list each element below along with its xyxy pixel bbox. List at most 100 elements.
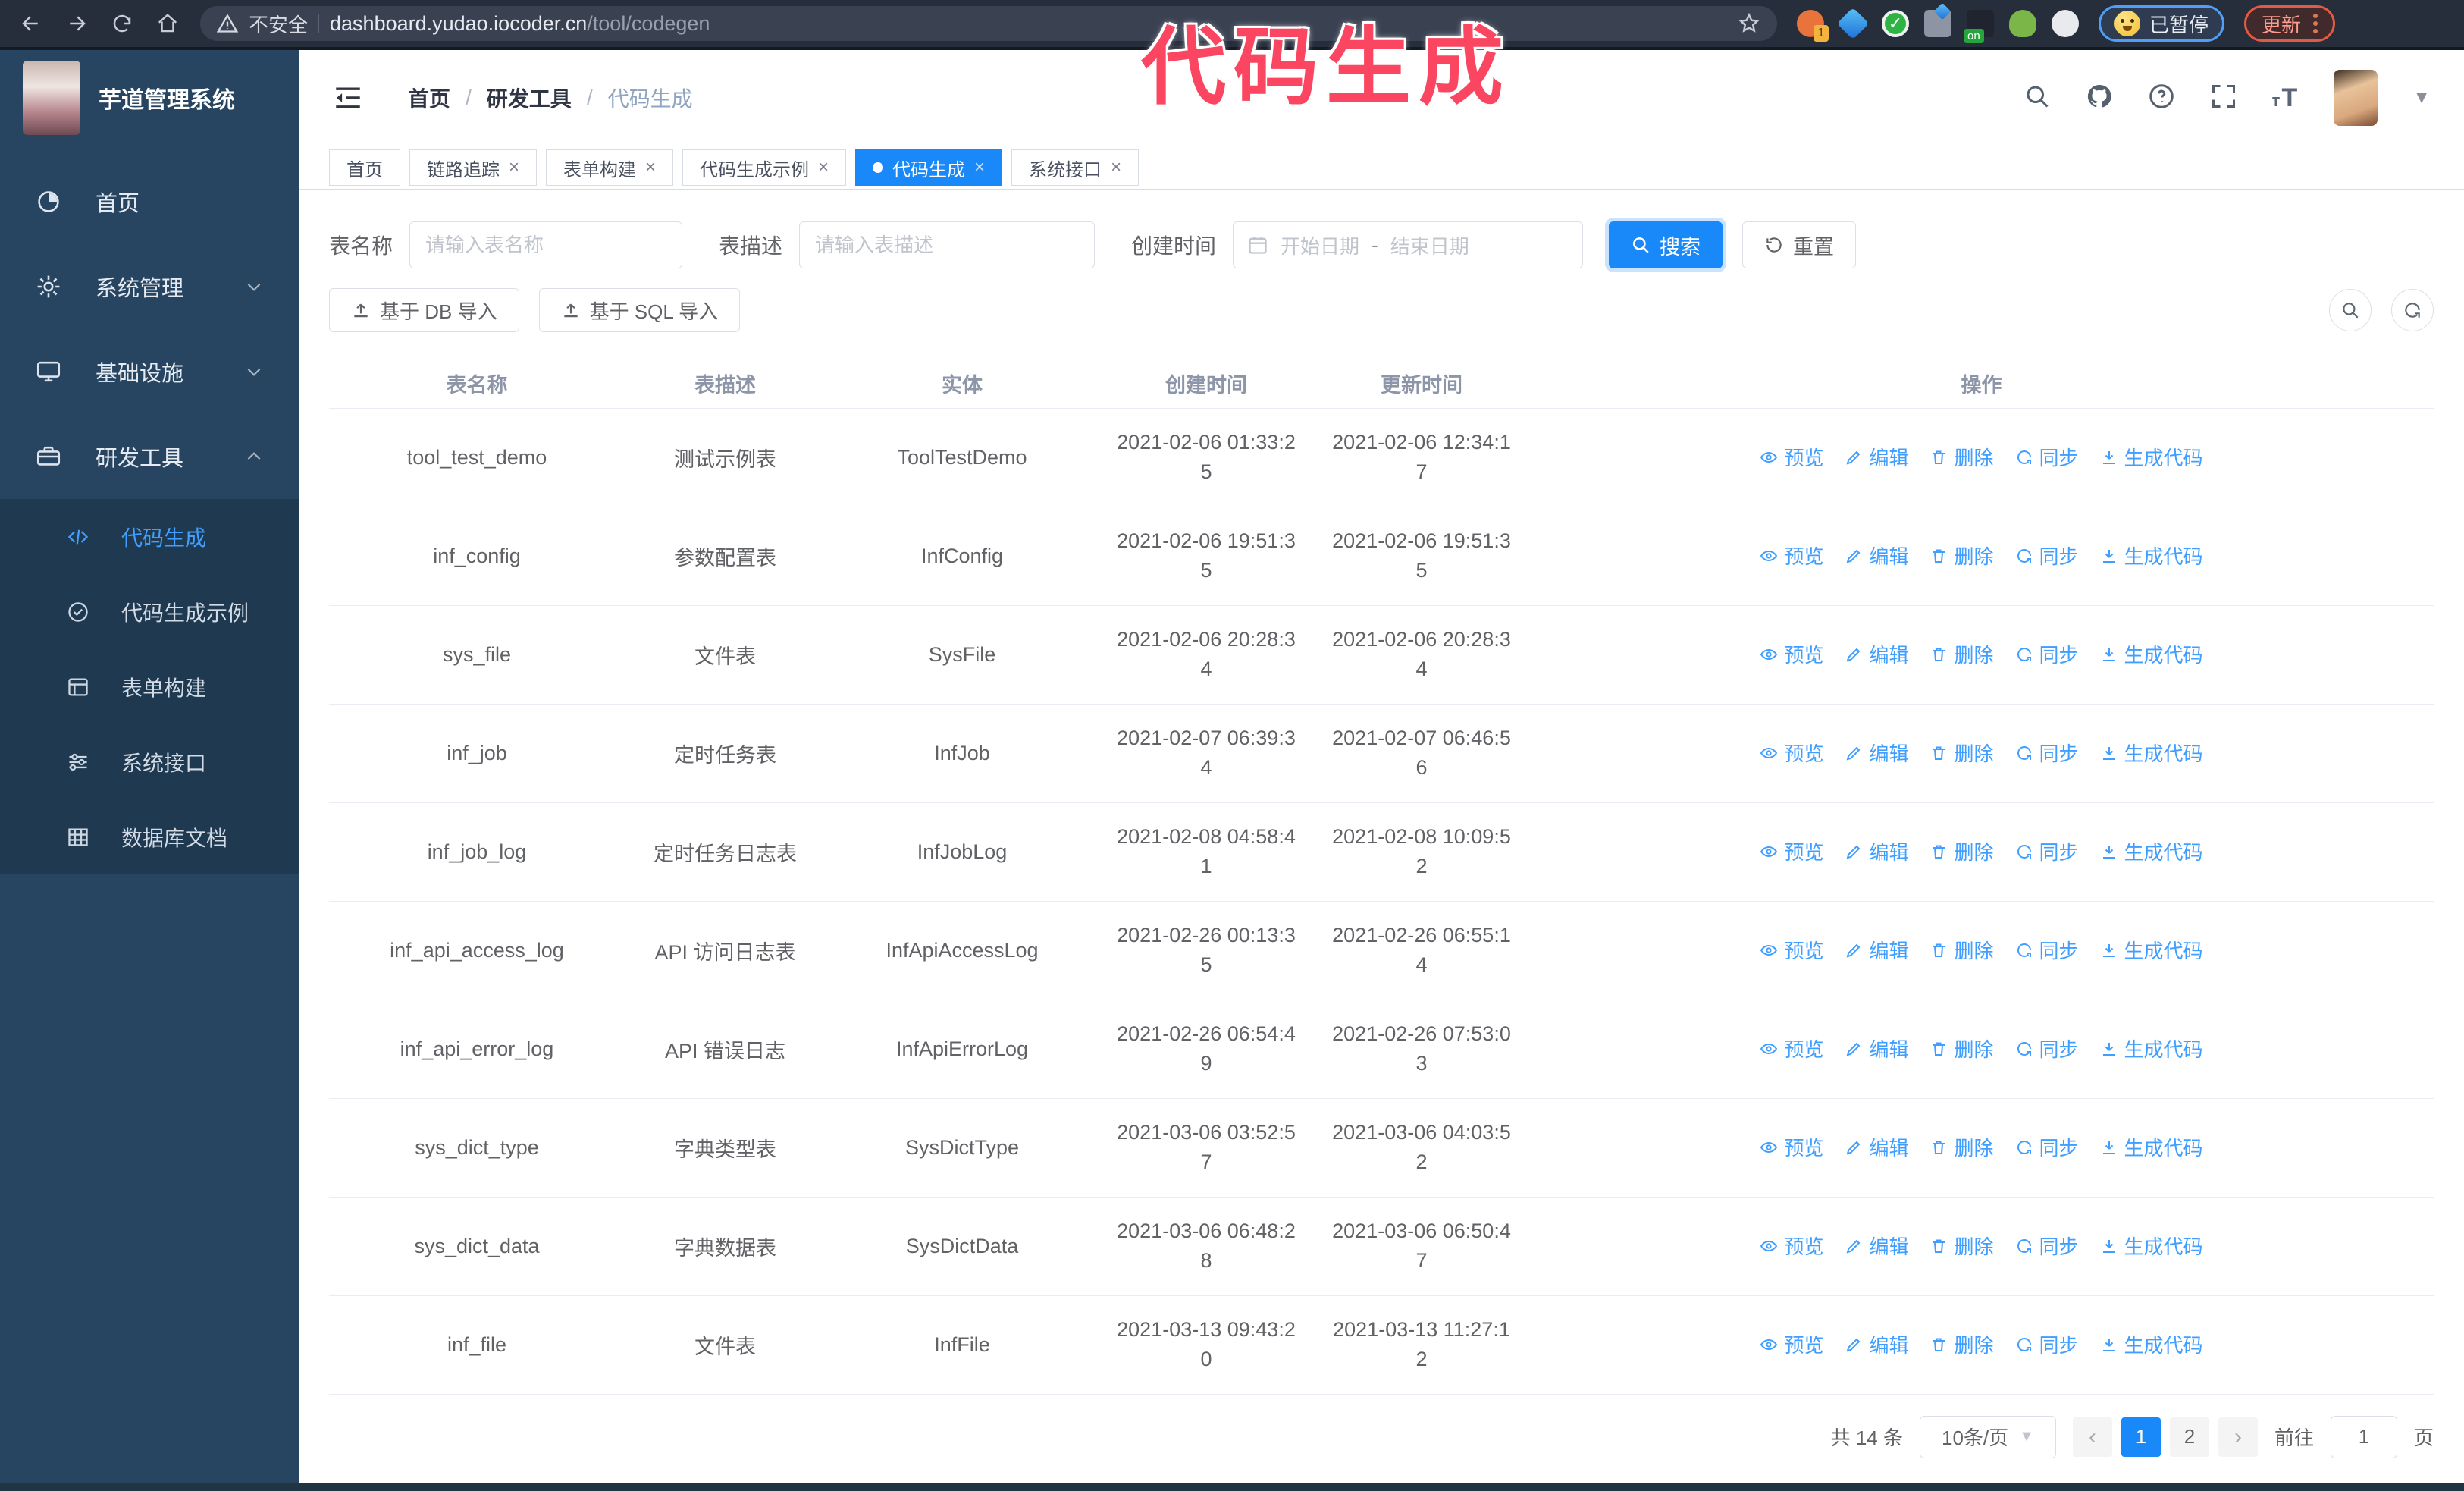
sync-link[interactable]: 同步 — [2015, 1330, 2079, 1358]
preview-link[interactable]: 预览 — [1760, 837, 1823, 865]
generate-code-link[interactable]: 生成代码 — [2100, 541, 2203, 570]
preview-link[interactable]: 预览 — [1760, 541, 1823, 570]
tab-4[interactable]: 代码生成示例 × — [682, 149, 847, 186]
edit-link[interactable]: 编辑 — [1845, 739, 1908, 767]
address-bar[interactable]: 不安全 dashboard.yudao.iocoder.cn/tool/code… — [200, 6, 1777, 41]
generate-code-link[interactable]: 生成代码 — [2100, 1133, 2203, 1161]
preview-link[interactable]: 预览 — [1760, 1034, 1823, 1063]
generate-code-link[interactable]: 生成代码 — [2100, 1232, 2203, 1260]
tab-close-icon[interactable]: × — [1111, 159, 1121, 177]
search-icon[interactable] — [2024, 83, 2051, 114]
sidebar-item-db-doc[interactable]: 数据库文档 — [0, 799, 299, 874]
delete-link[interactable]: 删除 — [1930, 640, 1994, 668]
tab-close-icon[interactable]: × — [645, 159, 656, 177]
browser-menu-icon[interactable] — [2313, 14, 2318, 33]
extension-gem-icon[interactable] — [1836, 7, 1870, 40]
tab-3[interactable]: 表单构建 × — [546, 149, 674, 186]
edit-link[interactable]: 编辑 — [1845, 640, 1908, 668]
breadcrumb-home[interactable]: 首页 — [408, 83, 450, 113]
edit-link[interactable]: 编辑 — [1845, 936, 1908, 964]
github-icon[interactable] — [2086, 83, 2113, 114]
import-sql-button[interactable]: 基于 SQL 导入 — [538, 288, 741, 332]
sidebar-item-infra[interactable]: 基础设施 — [0, 329, 299, 414]
search-button[interactable]: 搜索 — [1609, 221, 1723, 268]
delete-link[interactable]: 删除 — [1930, 1034, 1994, 1063]
sidebar-item-home[interactable]: 首页 — [0, 159, 299, 244]
tab-2[interactable]: 链路追踪 × — [409, 149, 538, 186]
reload-icon[interactable] — [109, 11, 135, 36]
sync-link[interactable]: 同步 — [2015, 1034, 2079, 1063]
extension-check-icon[interactable]: ✓ — [1882, 10, 1909, 37]
generate-code-link[interactable]: 生成代码 — [2100, 936, 2203, 964]
breadcrumb-devtools[interactable]: 研发工具 — [487, 83, 572, 113]
tab-close-icon[interactable]: × — [974, 159, 985, 177]
sidebar-item-codegen-example[interactable]: 代码生成示例 — [0, 574, 299, 649]
goto-page-input[interactable] — [2330, 1415, 2397, 1458]
edit-link[interactable]: 编辑 — [1845, 1232, 1908, 1260]
sidebar-item-system[interactable]: 系统管理 — [0, 244, 299, 329]
sidebar-item-codegen[interactable]: 代码生成 — [0, 499, 299, 574]
page-size-select[interactable]: 10条/页 ▼ — [1919, 1415, 2056, 1458]
tab-5[interactable]: 代码生成 × — [855, 149, 1003, 186]
extension-grid-icon[interactable] — [1924, 10, 1951, 37]
home-icon[interactable] — [155, 11, 180, 36]
prev-page-button[interactable]: ‹ — [2072, 1417, 2112, 1457]
sync-link[interactable]: 同步 — [2015, 640, 2079, 668]
delete-link[interactable]: 删除 — [1930, 1330, 1994, 1358]
browser-update-button[interactable]: 更新 — [2244, 5, 2336, 42]
next-page-button[interactable]: › — [2218, 1417, 2258, 1457]
sidebar-item-devtools[interactable]: 研发工具 — [0, 414, 299, 499]
preview-link[interactable]: 预览 — [1760, 739, 1823, 767]
generate-code-link[interactable]: 生成代码 — [2100, 1330, 2203, 1358]
table-name-input[interactable] — [409, 221, 683, 268]
caret-down-icon[interactable]: ▼ — [2412, 87, 2431, 108]
logo-row[interactable]: 芋道管理系统 — [0, 50, 299, 146]
delete-link[interactable]: 删除 — [1930, 443, 1994, 471]
edit-link[interactable]: 编辑 — [1845, 1330, 1908, 1358]
font-size-icon[interactable]: тT — [2272, 83, 2299, 113]
toggle-search-button[interactable] — [2329, 289, 2372, 331]
generate-code-link[interactable]: 生成代码 — [2100, 837, 2203, 865]
delete-link[interactable]: 删除 — [1930, 936, 1994, 964]
date-range-picker[interactable]: 开始日期 - 结束日期 — [1233, 221, 1584, 268]
tab-1[interactable]: 首页 — [329, 149, 400, 186]
forward-icon[interactable] — [64, 11, 89, 36]
url-text[interactable]: dashboard.yudao.iocoder.cn/tool/codegen — [330, 12, 1727, 36]
sync-link[interactable]: 同步 — [2015, 739, 2079, 767]
delete-link[interactable]: 删除 — [1930, 739, 1994, 767]
delete-link[interactable]: 删除 — [1930, 1232, 1994, 1260]
edit-link[interactable]: 编辑 — [1845, 443, 1908, 471]
generate-code-link[interactable]: 生成代码 — [2100, 1034, 2203, 1063]
sidebar-item-system-api[interactable]: 系统接口 — [0, 724, 299, 799]
delete-link[interactable]: 删除 — [1930, 541, 1994, 570]
avatar[interactable] — [2334, 70, 2378, 126]
extension-screen-icon[interactable]: on — [1964, 10, 1994, 43]
extension-robot-icon[interactable] — [2009, 10, 2036, 37]
import-db-button[interactable]: 基于 DB 导入 — [329, 288, 519, 332]
sync-link[interactable]: 同步 — [2015, 1232, 2079, 1260]
generate-code-link[interactable]: 生成代码 — [2100, 443, 2203, 471]
reset-button[interactable]: 重置 — [1742, 221, 1857, 268]
sync-link[interactable]: 同步 — [2015, 541, 2079, 570]
generate-code-link[interactable]: 生成代码 — [2100, 739, 2203, 767]
sync-link[interactable]: 同步 — [2015, 936, 2079, 964]
sidebar-item-form-builder[interactable]: 表单构建 — [0, 649, 299, 724]
tab-close-icon[interactable]: × — [509, 159, 519, 177]
help-icon[interactable] — [2148, 83, 2175, 114]
delete-link[interactable]: 删除 — [1930, 1133, 1994, 1161]
edit-link[interactable]: 编辑 — [1845, 837, 1908, 865]
security-label[interactable]: 不安全 — [249, 10, 308, 38]
preview-link[interactable]: 预览 — [1760, 1133, 1823, 1161]
edit-link[interactable]: 编辑 — [1845, 1133, 1908, 1161]
extensions-puzzle-icon[interactable] — [2052, 10, 2079, 37]
preview-link[interactable]: 预览 — [1760, 1330, 1823, 1358]
refresh-button[interactable] — [2391, 289, 2434, 331]
sync-link[interactable]: 同步 — [2015, 837, 2079, 865]
tab-close-icon[interactable]: × — [818, 159, 829, 177]
browser-profile-button[interactable]: 已暂停 — [2099, 5, 2225, 42]
page-button-2[interactable]: 2 — [2169, 1417, 2209, 1457]
edit-link[interactable]: 编辑 — [1845, 1034, 1908, 1063]
preview-link[interactable]: 预览 — [1760, 1232, 1823, 1260]
extension-icon[interactable]: 1 — [1797, 10, 1829, 42]
preview-link[interactable]: 预览 — [1760, 936, 1823, 964]
